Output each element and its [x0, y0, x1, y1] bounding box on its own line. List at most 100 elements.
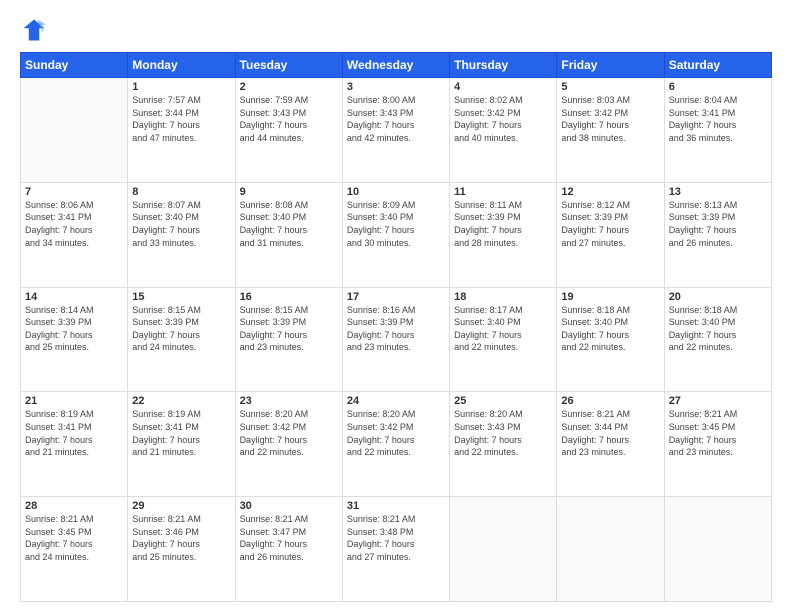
calendar-day-header: Wednesday	[342, 53, 449, 78]
calendar-cell: 7Sunrise: 8:06 AM Sunset: 3:41 PM Daylig…	[21, 182, 128, 287]
day-info: Sunrise: 8:18 AM Sunset: 3:40 PM Dayligh…	[561, 304, 659, 354]
calendar-day-header: Sunday	[21, 53, 128, 78]
calendar-cell: 21Sunrise: 8:19 AM Sunset: 3:41 PM Dayli…	[21, 392, 128, 497]
day-info: Sunrise: 8:21 AM Sunset: 3:47 PM Dayligh…	[240, 513, 338, 563]
day-info: Sunrise: 8:15 AM Sunset: 3:39 PM Dayligh…	[240, 304, 338, 354]
calendar-cell: 10Sunrise: 8:09 AM Sunset: 3:40 PM Dayli…	[342, 182, 449, 287]
calendar-day-header: Saturday	[664, 53, 771, 78]
day-info: Sunrise: 8:14 AM Sunset: 3:39 PM Dayligh…	[25, 304, 123, 354]
calendar-cell: 28Sunrise: 8:21 AM Sunset: 3:45 PM Dayli…	[21, 497, 128, 602]
day-number: 4	[454, 81, 552, 93]
day-info: Sunrise: 8:21 AM Sunset: 3:46 PM Dayligh…	[132, 513, 230, 563]
calendar-table: SundayMondayTuesdayWednesdayThursdayFrid…	[20, 52, 772, 602]
day-number: 31	[347, 500, 445, 512]
day-info: Sunrise: 8:19 AM Sunset: 3:41 PM Dayligh…	[132, 408, 230, 458]
day-number: 24	[347, 395, 445, 407]
day-number: 29	[132, 500, 230, 512]
calendar-cell	[664, 497, 771, 602]
calendar-cell: 14Sunrise: 8:14 AM Sunset: 3:39 PM Dayli…	[21, 287, 128, 392]
calendar-week-row: 14Sunrise: 8:14 AM Sunset: 3:39 PM Dayli…	[21, 287, 772, 392]
calendar-cell: 25Sunrise: 8:20 AM Sunset: 3:43 PM Dayli…	[450, 392, 557, 497]
calendar-cell: 20Sunrise: 8:18 AM Sunset: 3:40 PM Dayli…	[664, 287, 771, 392]
logo	[20, 16, 52, 44]
day-number: 20	[669, 291, 767, 303]
day-info: Sunrise: 7:59 AM Sunset: 3:43 PM Dayligh…	[240, 94, 338, 144]
day-info: Sunrise: 8:17 AM Sunset: 3:40 PM Dayligh…	[454, 304, 552, 354]
calendar-cell: 16Sunrise: 8:15 AM Sunset: 3:39 PM Dayli…	[235, 287, 342, 392]
day-info: Sunrise: 8:04 AM Sunset: 3:41 PM Dayligh…	[669, 94, 767, 144]
day-number: 22	[132, 395, 230, 407]
day-number: 8	[132, 186, 230, 198]
day-number: 27	[669, 395, 767, 407]
day-info: Sunrise: 8:20 AM Sunset: 3:42 PM Dayligh…	[347, 408, 445, 458]
calendar-cell: 15Sunrise: 8:15 AM Sunset: 3:39 PM Dayli…	[128, 287, 235, 392]
day-number: 19	[561, 291, 659, 303]
calendar-cell: 17Sunrise: 8:16 AM Sunset: 3:39 PM Dayli…	[342, 287, 449, 392]
calendar-cell: 18Sunrise: 8:17 AM Sunset: 3:40 PM Dayli…	[450, 287, 557, 392]
day-info: Sunrise: 8:20 AM Sunset: 3:42 PM Dayligh…	[240, 408, 338, 458]
day-info: Sunrise: 8:06 AM Sunset: 3:41 PM Dayligh…	[25, 199, 123, 249]
day-number: 3	[347, 81, 445, 93]
day-info: Sunrise: 8:21 AM Sunset: 3:45 PM Dayligh…	[25, 513, 123, 563]
day-number: 1	[132, 81, 230, 93]
day-number: 25	[454, 395, 552, 407]
calendar-week-row: 1Sunrise: 7:57 AM Sunset: 3:44 PM Daylig…	[21, 78, 772, 183]
day-number: 7	[25, 186, 123, 198]
day-info: Sunrise: 8:16 AM Sunset: 3:39 PM Dayligh…	[347, 304, 445, 354]
header	[20, 16, 772, 44]
calendar-cell: 1Sunrise: 7:57 AM Sunset: 3:44 PM Daylig…	[128, 78, 235, 183]
calendar-day-header: Friday	[557, 53, 664, 78]
day-number: 17	[347, 291, 445, 303]
day-info: Sunrise: 8:19 AM Sunset: 3:41 PM Dayligh…	[25, 408, 123, 458]
day-info: Sunrise: 8:21 AM Sunset: 3:45 PM Dayligh…	[669, 408, 767, 458]
day-info: Sunrise: 8:11 AM Sunset: 3:39 PM Dayligh…	[454, 199, 552, 249]
calendar-day-header: Monday	[128, 53, 235, 78]
calendar-cell: 2Sunrise: 7:59 AM Sunset: 3:43 PM Daylig…	[235, 78, 342, 183]
day-number: 21	[25, 395, 123, 407]
day-info: Sunrise: 8:12 AM Sunset: 3:39 PM Dayligh…	[561, 199, 659, 249]
calendar-day-header: Tuesday	[235, 53, 342, 78]
day-info: Sunrise: 8:08 AM Sunset: 3:40 PM Dayligh…	[240, 199, 338, 249]
day-info: Sunrise: 8:15 AM Sunset: 3:39 PM Dayligh…	[132, 304, 230, 354]
calendar-cell: 29Sunrise: 8:21 AM Sunset: 3:46 PM Dayli…	[128, 497, 235, 602]
calendar-cell: 31Sunrise: 8:21 AM Sunset: 3:48 PM Dayli…	[342, 497, 449, 602]
day-number: 12	[561, 186, 659, 198]
calendar-cell: 9Sunrise: 8:08 AM Sunset: 3:40 PM Daylig…	[235, 182, 342, 287]
day-number: 26	[561, 395, 659, 407]
calendar-cell: 8Sunrise: 8:07 AM Sunset: 3:40 PM Daylig…	[128, 182, 235, 287]
calendar-cell: 19Sunrise: 8:18 AM Sunset: 3:40 PM Dayli…	[557, 287, 664, 392]
day-info: Sunrise: 8:03 AM Sunset: 3:42 PM Dayligh…	[561, 94, 659, 144]
day-info: Sunrise: 8:00 AM Sunset: 3:43 PM Dayligh…	[347, 94, 445, 144]
calendar-cell	[557, 497, 664, 602]
calendar-cell: 22Sunrise: 8:19 AM Sunset: 3:41 PM Dayli…	[128, 392, 235, 497]
day-number: 13	[669, 186, 767, 198]
day-number: 5	[561, 81, 659, 93]
day-info: Sunrise: 8:18 AM Sunset: 3:40 PM Dayligh…	[669, 304, 767, 354]
day-number: 30	[240, 500, 338, 512]
day-number: 28	[25, 500, 123, 512]
logo-icon	[20, 16, 48, 44]
day-info: Sunrise: 8:02 AM Sunset: 3:42 PM Dayligh…	[454, 94, 552, 144]
day-number: 14	[25, 291, 123, 303]
calendar-cell: 12Sunrise: 8:12 AM Sunset: 3:39 PM Dayli…	[557, 182, 664, 287]
calendar-cell: 23Sunrise: 8:20 AM Sunset: 3:42 PM Dayli…	[235, 392, 342, 497]
day-number: 10	[347, 186, 445, 198]
calendar-week-row: 7Sunrise: 8:06 AM Sunset: 3:41 PM Daylig…	[21, 182, 772, 287]
day-number: 2	[240, 81, 338, 93]
calendar-cell: 6Sunrise: 8:04 AM Sunset: 3:41 PM Daylig…	[664, 78, 771, 183]
calendar-cell: 30Sunrise: 8:21 AM Sunset: 3:47 PM Dayli…	[235, 497, 342, 602]
day-info: Sunrise: 8:13 AM Sunset: 3:39 PM Dayligh…	[669, 199, 767, 249]
calendar-cell: 5Sunrise: 8:03 AM Sunset: 3:42 PM Daylig…	[557, 78, 664, 183]
day-number: 11	[454, 186, 552, 198]
calendar-cell: 27Sunrise: 8:21 AM Sunset: 3:45 PM Dayli…	[664, 392, 771, 497]
day-number: 18	[454, 291, 552, 303]
day-number: 23	[240, 395, 338, 407]
day-info: Sunrise: 8:20 AM Sunset: 3:43 PM Dayligh…	[454, 408, 552, 458]
day-info: Sunrise: 8:21 AM Sunset: 3:44 PM Dayligh…	[561, 408, 659, 458]
page: SundayMondayTuesdayWednesdayThursdayFrid…	[0, 0, 792, 612]
calendar-cell: 3Sunrise: 8:00 AM Sunset: 3:43 PM Daylig…	[342, 78, 449, 183]
day-number: 9	[240, 186, 338, 198]
calendar-week-row: 28Sunrise: 8:21 AM Sunset: 3:45 PM Dayli…	[21, 497, 772, 602]
calendar-cell: 24Sunrise: 8:20 AM Sunset: 3:42 PM Dayli…	[342, 392, 449, 497]
calendar-day-header: Thursday	[450, 53, 557, 78]
